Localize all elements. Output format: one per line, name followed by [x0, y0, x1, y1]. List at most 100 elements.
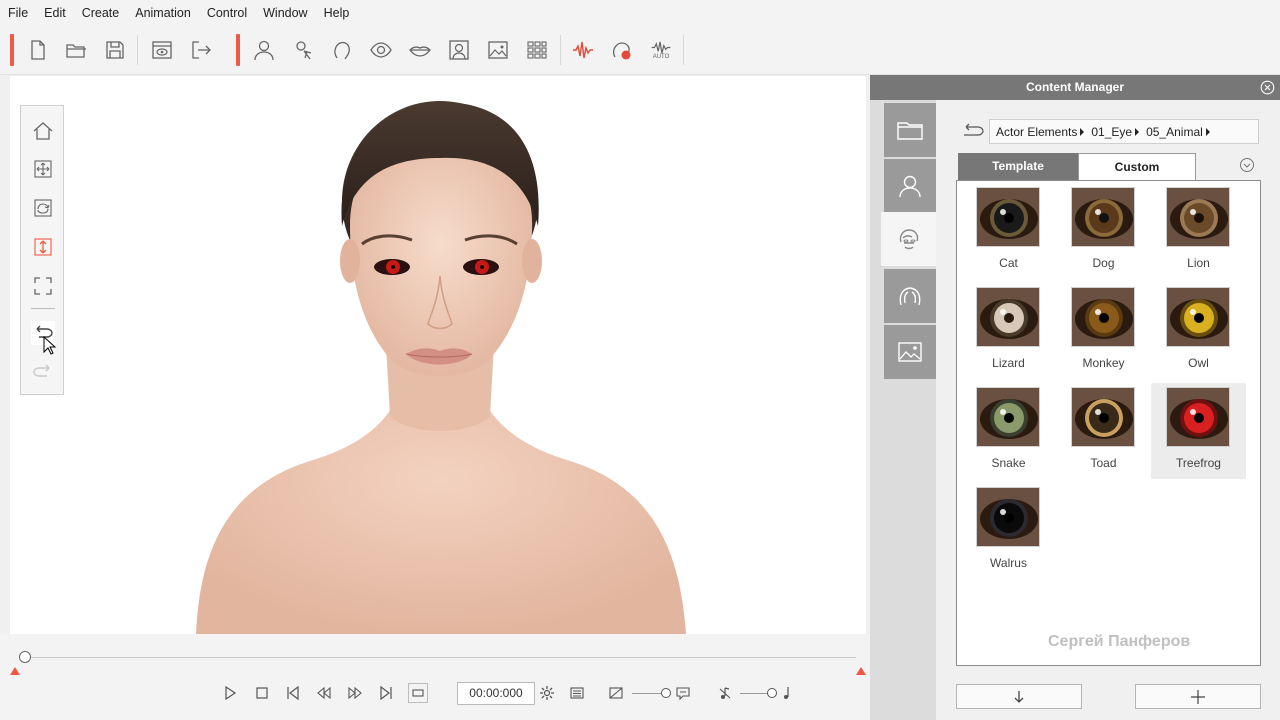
tab-background[interactable]	[884, 325, 936, 379]
eye-item-dog[interactable]: Dog	[1056, 183, 1151, 279]
time-display[interactable]: 00:00:000	[457, 682, 535, 705]
eye-item-treefrog[interactable]: Treefrog	[1151, 383, 1246, 479]
tab-actor[interactable]	[884, 159, 936, 213]
menu-window[interactable]: Window	[263, 6, 307, 20]
caption-off-button[interactable]	[607, 684, 625, 702]
voice-record-button[interactable]	[610, 38, 634, 62]
script-button[interactable]	[568, 684, 586, 702]
menu-animation[interactable]: Animation	[135, 6, 191, 20]
add-content-button[interactable]	[1135, 684, 1261, 709]
motion-button[interactable]	[291, 38, 315, 62]
go-to-end-button[interactable]	[377, 684, 395, 702]
tab-project[interactable]	[884, 103, 936, 157]
previous-frame-button[interactable]	[315, 684, 333, 702]
mute-button[interactable]	[716, 684, 734, 702]
eye-thumbnail-icon	[1167, 288, 1229, 346]
stage-viewport[interactable]	[10, 76, 866, 634]
eye-item-cat[interactable]: Cat	[961, 183, 1056, 279]
timeline-panel: 00:00:000	[0, 634, 870, 720]
rotate-view-button[interactable]	[31, 196, 55, 220]
time-settings-button[interactable]	[538, 684, 556, 702]
eye-item-lion[interactable]: Lion	[1151, 183, 1246, 279]
open-button[interactable]	[64, 38, 88, 62]
auto-lipsync-button[interactable]: AUTO	[649, 38, 673, 62]
open-folder-icon	[66, 44, 86, 58]
eye-button[interactable]	[369, 38, 393, 62]
volume-button[interactable]	[778, 684, 796, 702]
apply-download-button[interactable]	[956, 684, 1082, 709]
toolbar-divider	[683, 35, 684, 65]
menu-file[interactable]: File	[8, 6, 28, 20]
eye-item-monkey[interactable]: Monkey	[1056, 283, 1151, 379]
timeline-track[interactable]	[24, 657, 856, 658]
menu-control[interactable]: Control	[207, 6, 247, 20]
camera-toolbar	[20, 105, 64, 395]
grid-button[interactable]	[525, 38, 549, 62]
image-button[interactable]	[486, 38, 510, 62]
menu-create[interactable]: Create	[82, 6, 120, 20]
face-parts-icon	[899, 229, 918, 250]
loop-button[interactable]	[408, 683, 428, 703]
audio-wave-button[interactable]	[571, 38, 595, 62]
play-button[interactable]	[221, 684, 239, 702]
new-file-button[interactable]	[26, 38, 50, 62]
breadcrumb-arrow-icon[interactable]	[1080, 127, 1085, 136]
timeline-start-marker[interactable]	[10, 667, 20, 675]
timeline-end-marker[interactable]	[856, 667, 866, 675]
tab-template[interactable]: Template	[958, 153, 1078, 180]
home-view-button[interactable]	[31, 119, 55, 143]
eye-item-label: Owl	[1188, 356, 1209, 370]
preview-button[interactable]	[150, 38, 174, 62]
tab-face-parts[interactable]	[881, 212, 936, 266]
breadcrumb-item[interactable]: Actor Elements	[996, 125, 1077, 139]
eye-item-owl[interactable]: Owl	[1151, 283, 1246, 379]
next-frame-button[interactable]	[346, 684, 364, 702]
content-tabs: Template Custom	[958, 153, 1198, 180]
zoom-view-button[interactable]	[31, 235, 55, 259]
redo-icon	[33, 364, 50, 377]
eye-item-walrus[interactable]: Walrus	[961, 483, 1056, 579]
skip-start-icon	[287, 685, 299, 701]
menu-help[interactable]: Help	[324, 6, 350, 20]
eye-item-lizard[interactable]: Lizard	[961, 283, 1056, 379]
back-icon[interactable]	[960, 121, 986, 141]
gear-icon	[540, 686, 554, 700]
actor-icon	[254, 40, 274, 61]
breadcrumb-arrow-icon[interactable]	[1205, 127, 1210, 136]
eye-thumbnail	[976, 487, 1040, 547]
go-to-start-button[interactable]	[284, 684, 302, 702]
eye-thumbnail-icon	[977, 288, 1039, 346]
eye-thumbnail	[1071, 387, 1135, 447]
chevron-down-icon[interactable]	[1239, 157, 1255, 173]
move-view-button[interactable]	[31, 157, 55, 181]
redo-button[interactable]	[31, 360, 55, 384]
breadcrumb-item[interactable]: 01_Eye	[1091, 125, 1132, 139]
timeline-playhead[interactable]	[19, 651, 31, 663]
caption-on-button[interactable]	[674, 684, 692, 702]
fit-view-button[interactable]	[31, 274, 55, 298]
lips-button[interactable]	[408, 38, 432, 62]
eye-thumbnail-icon	[977, 388, 1039, 446]
stop-button[interactable]	[253, 684, 271, 702]
toolbar-divider	[560, 35, 561, 65]
music-note-icon	[784, 687, 789, 699]
tab-custom[interactable]: Custom	[1078, 153, 1196, 180]
volume-slider-knob[interactable]	[767, 688, 777, 698]
save-button[interactable]	[103, 38, 127, 62]
close-icon[interactable]	[1260, 80, 1275, 95]
head-button[interactable]	[330, 38, 354, 62]
eye-item-label: Treefrog	[1176, 456, 1221, 470]
breadcrumb-item[interactable]: 05_Animal	[1146, 125, 1203, 139]
skip-end-icon	[380, 685, 392, 701]
breadcrumb-arrow-icon[interactable]	[1135, 127, 1140, 136]
tab-hair[interactable]	[884, 269, 936, 323]
export-icon	[192, 41, 211, 59]
eye-item-snake[interactable]: Snake	[961, 383, 1056, 479]
caption-slider-knob[interactable]	[661, 688, 671, 698]
portrait-button[interactable]	[447, 38, 471, 62]
menu-edit[interactable]: Edit	[44, 6, 66, 20]
eye-item-toad[interactable]: Toad	[1056, 383, 1151, 479]
export-button[interactable]	[189, 38, 213, 62]
actor-button[interactable]	[252, 38, 276, 62]
eye-item-label: Cat	[999, 256, 1018, 270]
